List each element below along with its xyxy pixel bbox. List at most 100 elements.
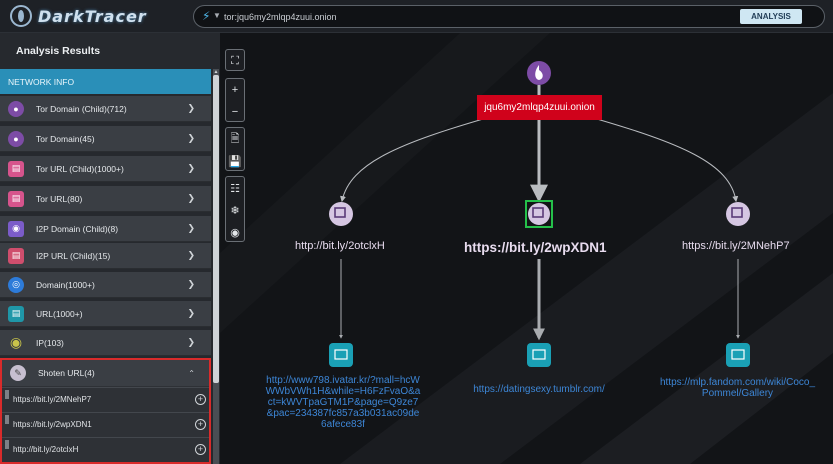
sidebar-item-label: IP(103) xyxy=(36,337,64,348)
chevron-right-icon: ❯ xyxy=(187,279,195,289)
shorten-node-icon[interactable] xyxy=(329,202,353,226)
logo-mark-icon xyxy=(10,5,32,27)
save-icon[interactable]: 💾 xyxy=(226,150,244,172)
sidebar-item-i2p-url-child[interactable]: ▤ I2P URL (Child)(15) ❯ xyxy=(0,243,211,269)
top-bar: DarkTracer ⚡ ▼ ANALYSIS xyxy=(0,0,833,33)
list-item-label: https://bit.ly/2MNehP7 xyxy=(13,395,92,404)
fullscreen-icon[interactable]: ⛶ xyxy=(226,50,244,72)
layout-group: ☷ ❄ ◉ xyxy=(225,176,245,242)
lightning-icon[interactable]: ⚡ xyxy=(202,9,210,23)
sidebar-title: Analysis Results xyxy=(16,45,101,57)
root-node-label[interactable]: jqu6my2mlqp4zuui.onion xyxy=(477,95,602,120)
search-input[interactable] xyxy=(224,9,724,25)
section-header-network-info[interactable]: NETWORK INFO xyxy=(0,69,211,94)
paw-icon[interactable]: ◉ xyxy=(226,221,244,243)
sidebar-item-label: Domain(1000+) xyxy=(36,279,95,290)
url-line: https://mlp.fandom.com/wiki/Coco_ xyxy=(659,377,816,388)
bg-stripe xyxy=(220,33,550,333)
sidebar-item-tor-url[interactable]: ▤ Tor URL(80) ❯ xyxy=(0,186,211,212)
zoom-in-icon[interactable]: + xyxy=(226,79,244,101)
sidebar-item-url[interactable]: ▤ URL(1000+) ❯ xyxy=(0,301,211,327)
plus-circle-icon[interactable]: + xyxy=(195,394,206,405)
sidebar-item-i2p-domain-child[interactable]: ◉ I2P Domain (Child)(8) ❯ xyxy=(0,216,211,242)
url-line: http://www798.ivatar.kr/?mall=hcW xyxy=(266,375,420,386)
shorten-node-label[interactable]: https://bit.ly/2wpXDN1 xyxy=(464,240,607,255)
chevron-right-icon: ❯ xyxy=(187,250,195,260)
fullscreen-group: ⛶ xyxy=(225,49,245,71)
sidebar-item-label: Tor Domain(45) xyxy=(36,133,95,144)
logo[interactable]: DarkTracer xyxy=(10,4,147,28)
bookmark-icon xyxy=(5,415,9,424)
chevron-right-icon: ❯ xyxy=(187,308,195,318)
chevron-right-icon: ❯ xyxy=(187,103,195,113)
graph-canvas[interactable]: ⛶ + − 🗎 💾 ☷ ❄ ◉ jqu6my2mlqp4zuui.onion h… xyxy=(220,33,833,464)
chevron-right-icon: ❯ xyxy=(187,223,195,233)
sidebar-item-label: I2P URL (Child)(15) xyxy=(36,250,111,261)
chevron-down-icon[interactable]: ▼ xyxy=(213,11,221,20)
sidebar-item-label: URL(1000+) xyxy=(36,308,83,319)
chevron-right-icon: ❯ xyxy=(187,163,195,173)
list-item[interactable]: http://bit.ly/2otclxH + xyxy=(2,437,209,461)
sidebar-item-tor-domain-child[interactable]: ● Tor Domain (Child)(712) ❯ xyxy=(0,96,211,122)
hierarchy-icon[interactable]: ☷ xyxy=(226,177,244,199)
url-line: &pac=234387fc857a3b031ac09de xyxy=(266,408,420,419)
sidebar-item-tor-domain[interactable]: ● Tor Domain(45) ❯ xyxy=(0,126,211,152)
analysis-button[interactable]: ANALYSIS xyxy=(740,9,802,24)
new-file-icon[interactable]: 🗎 xyxy=(226,128,244,150)
globe-icon: ◎ xyxy=(8,276,24,293)
sidebar-item-label: Tor Domain (Child)(712) xyxy=(36,103,127,114)
url-node-icon[interactable] xyxy=(527,343,551,367)
zoom-out-icon[interactable]: − xyxy=(226,101,244,123)
url-line: Pommel/Gallery xyxy=(701,388,774,399)
url-node-label[interactable]: https://datingsexy.tumblr.com/ xyxy=(449,384,629,395)
map-pin-icon: ◉ xyxy=(9,334,23,350)
url-node-label[interactable]: http://www798.ivatar.kr/?mall=hcW WWbVWh… xyxy=(248,375,438,430)
url-node-icon[interactable] xyxy=(329,343,353,367)
chevron-right-icon: ❯ xyxy=(187,133,195,143)
bookmark-icon xyxy=(5,440,9,449)
tor-onion-icon: ● xyxy=(8,100,24,117)
list-item-label: https://bit.ly/2wpXDN1 xyxy=(13,420,92,429)
tor-onion-icon: ● xyxy=(8,130,24,147)
i2p-icon: ◉ xyxy=(8,220,24,237)
shorten-node-icon[interactable] xyxy=(528,203,550,225)
list-item-label: http://bit.ly/2otclxH xyxy=(13,445,79,454)
sidebar-item-ip[interactable]: ◉ IP(103) ❯ xyxy=(0,330,211,356)
list-item[interactable]: https://bit.ly/2MNehP7 + xyxy=(2,387,209,411)
sidebar-item-label: Tor URL (Child)(1000+) xyxy=(36,163,124,174)
sidebar-scrollbar[interactable]: ▲ xyxy=(213,69,219,464)
chevron-right-icon: ❯ xyxy=(187,193,195,203)
sidebar-item-domain[interactable]: ◎ Domain(1000+) ❯ xyxy=(0,272,211,298)
tor-url-icon: ▤ xyxy=(8,160,24,177)
shorten-node-label[interactable]: http://bit.ly/2otclxH xyxy=(295,240,385,252)
list-item[interactable]: https://bit.ly/2wpXDN1 + xyxy=(2,412,209,436)
plus-circle-icon[interactable]: + xyxy=(195,419,206,430)
logo-text: DarkTracer xyxy=(38,6,147,26)
chevron-up-icon: ⌃ xyxy=(188,368,195,378)
sidebar-item-shorten-url[interactable]: ✎ Shoten URL(4) ⌃ xyxy=(2,360,209,386)
url-line: WWbVWh1H&while=H6FzFvaO&a xyxy=(265,386,421,397)
scroll-thumb[interactable] xyxy=(213,75,219,383)
bookmark-icon xyxy=(5,390,9,399)
file-group: 🗎 💾 xyxy=(225,127,245,171)
sidebar: Analysis Results NETWORK INFO ● Tor Doma… xyxy=(0,33,220,464)
app-window: DarkTracer ⚡ ▼ ANALYSIS Analysis Results… xyxy=(0,0,833,464)
shorten-node-icon[interactable] xyxy=(726,202,750,226)
shorten-url-group: ✎ Shoten URL(4) ⌃ https://bit.ly/2MNehP7… xyxy=(0,358,211,464)
edit-link-icon: ✎ xyxy=(10,365,26,381)
shorten-node-label[interactable]: https://bit.ly/2MNehP7 xyxy=(682,240,790,252)
i2p-url-icon: ▤ xyxy=(8,247,24,264)
zoom-group: + − xyxy=(225,78,245,122)
plus-circle-icon[interactable]: + xyxy=(195,444,206,455)
snowflake-icon[interactable]: ❄ xyxy=(226,199,244,221)
sidebar-item-label: Tor URL(80) xyxy=(36,193,83,204)
url-line: https://datingsexy.tumblr.com/ xyxy=(473,384,605,395)
url-line: 6afece83f xyxy=(321,419,365,430)
url-icon: ▤ xyxy=(8,305,24,322)
url-node-icon[interactable] xyxy=(726,343,750,367)
url-node-label[interactable]: https://mlp.fandom.com/wiki/Coco_ Pommel… xyxy=(645,377,830,399)
url-line: ct=kWVTpaGTM1P&page=Q9ze7 xyxy=(267,397,419,408)
sidebar-item-tor-url-child[interactable]: ▤ Tor URL (Child)(1000+) ❯ xyxy=(0,156,211,182)
tor-url-icon: ▤ xyxy=(8,190,24,207)
chevron-right-icon: ❯ xyxy=(187,337,195,347)
